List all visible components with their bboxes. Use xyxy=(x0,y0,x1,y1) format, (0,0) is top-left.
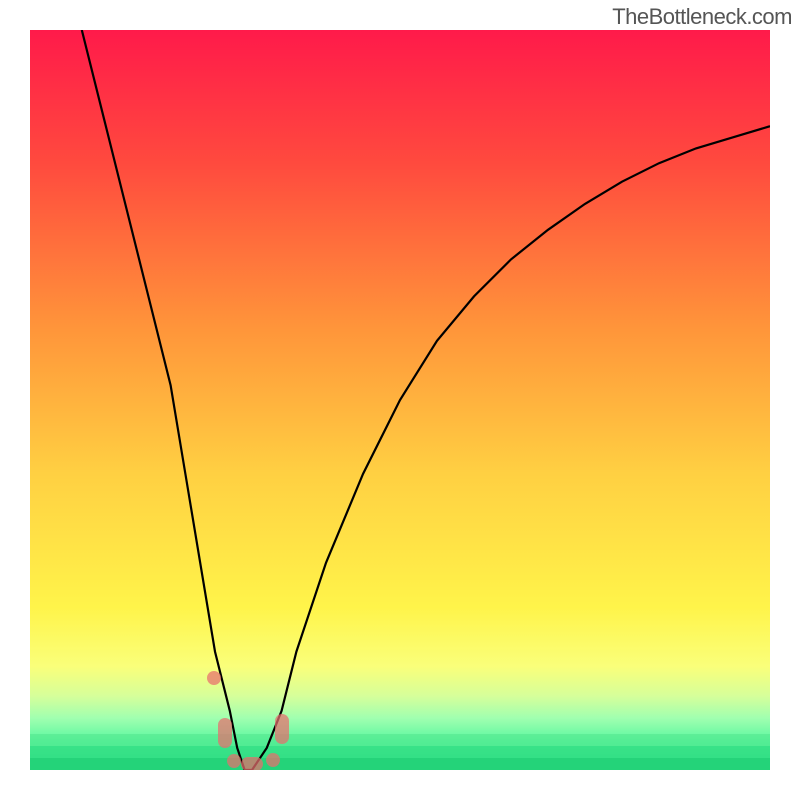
curve-marker xyxy=(207,671,221,685)
marker-layer xyxy=(30,30,770,770)
curve-marker xyxy=(218,718,232,748)
curve-marker xyxy=(266,753,280,767)
bottleneck-chart xyxy=(30,30,770,770)
curve-marker xyxy=(275,714,289,744)
watermark-label: TheBottleneck.com xyxy=(612,4,792,30)
curve-marker xyxy=(241,757,263,770)
curve-marker xyxy=(227,754,241,768)
